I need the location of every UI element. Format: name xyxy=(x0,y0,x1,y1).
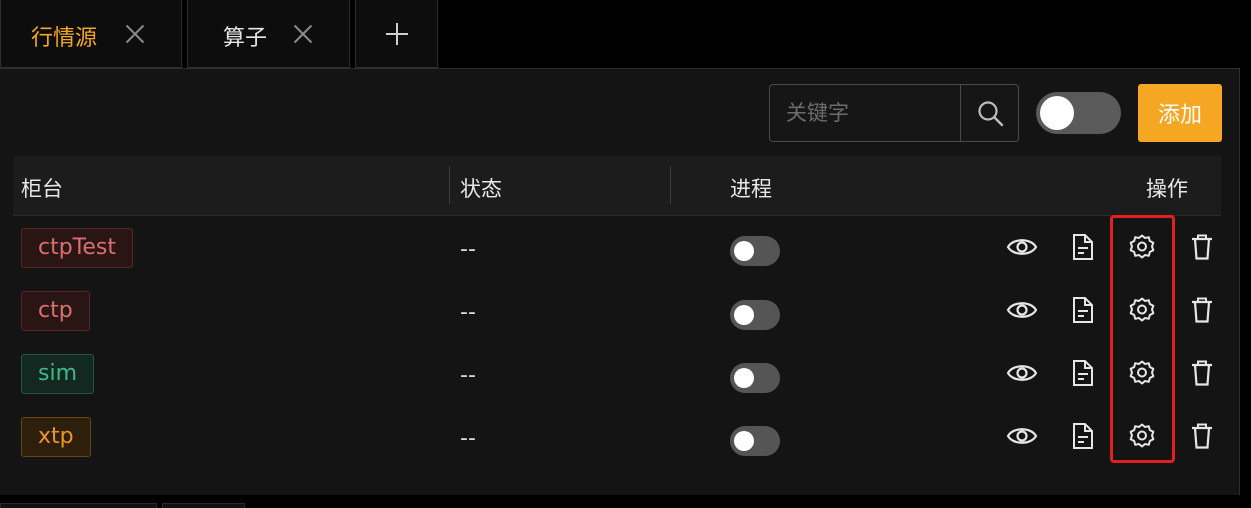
status-text: -- xyxy=(460,363,476,388)
counter-tag: xtp xyxy=(21,417,91,457)
search-button[interactable] xyxy=(960,85,1018,141)
document-icon[interactable] xyxy=(1071,359,1095,387)
eye-icon[interactable] xyxy=(1006,235,1038,259)
document-icon[interactable] xyxy=(1071,422,1095,450)
process-toggle[interactable] xyxy=(730,300,780,330)
eye-icon[interactable] xyxy=(1006,361,1038,385)
document-icon[interactable] xyxy=(1071,296,1095,324)
counter-tag: sim xyxy=(21,354,95,394)
header-actions: 操作 xyxy=(1146,177,1188,201)
tab-bar: 行情源 算子 xyxy=(0,0,1251,70)
toggle-knob xyxy=(734,305,754,325)
toggle-knob xyxy=(1040,96,1074,130)
status-text: -- xyxy=(460,300,476,325)
header-process: 进程 xyxy=(730,177,772,201)
close-icon[interactable] xyxy=(124,23,146,45)
tab-operator[interactable]: 算子 xyxy=(187,0,350,68)
trash-icon[interactable] xyxy=(1190,359,1214,387)
table-row: sim -- xyxy=(13,342,1221,405)
trash-icon[interactable] xyxy=(1190,233,1214,261)
status-text: -- xyxy=(460,426,476,451)
plus-icon xyxy=(386,23,408,45)
tab-market-source-label: 行情源 xyxy=(31,26,98,51)
column-divider xyxy=(449,166,450,204)
close-icon[interactable] xyxy=(292,23,314,45)
process-toggle[interactable] xyxy=(730,236,780,266)
trash-icon[interactable] xyxy=(1190,296,1214,324)
global-toggle[interactable] xyxy=(1036,92,1121,134)
tab-operator-label: 算子 xyxy=(223,26,268,51)
toggle-knob xyxy=(734,368,754,388)
eye-icon[interactable] xyxy=(1006,424,1038,448)
search-box xyxy=(769,84,1019,142)
bottom-tab-stub xyxy=(162,503,245,508)
search-input[interactable] xyxy=(770,85,960,141)
column-divider xyxy=(670,166,671,204)
counter-tag: ctp xyxy=(21,291,90,331)
header-counter: 柜台 xyxy=(21,177,63,201)
counter-tag: ctpTest xyxy=(21,228,134,268)
process-toggle[interactable] xyxy=(730,363,780,393)
header-status: 状态 xyxy=(460,177,502,201)
table-row: xtp -- xyxy=(13,405,1221,468)
search-icon xyxy=(978,101,1004,127)
table-header: 柜台 状态 进程 操作 xyxy=(13,156,1221,216)
table-row: ctp -- xyxy=(13,279,1221,342)
toggle-knob xyxy=(734,431,754,451)
tab-market-source[interactable]: 行情源 xyxy=(0,0,182,68)
trash-icon[interactable] xyxy=(1190,422,1214,450)
add-tab-button[interactable] xyxy=(355,0,438,68)
table-row: ctpTest -- xyxy=(13,216,1221,279)
toggle-knob xyxy=(734,241,754,261)
add-button[interactable]: 添加 xyxy=(1138,84,1222,142)
bottom-tab-stub xyxy=(0,503,157,508)
status-text: -- xyxy=(460,237,476,262)
settings-column-highlight xyxy=(1110,215,1175,463)
document-icon[interactable] xyxy=(1071,233,1095,261)
process-toggle[interactable] xyxy=(730,426,780,456)
eye-icon[interactable] xyxy=(1006,298,1038,322)
